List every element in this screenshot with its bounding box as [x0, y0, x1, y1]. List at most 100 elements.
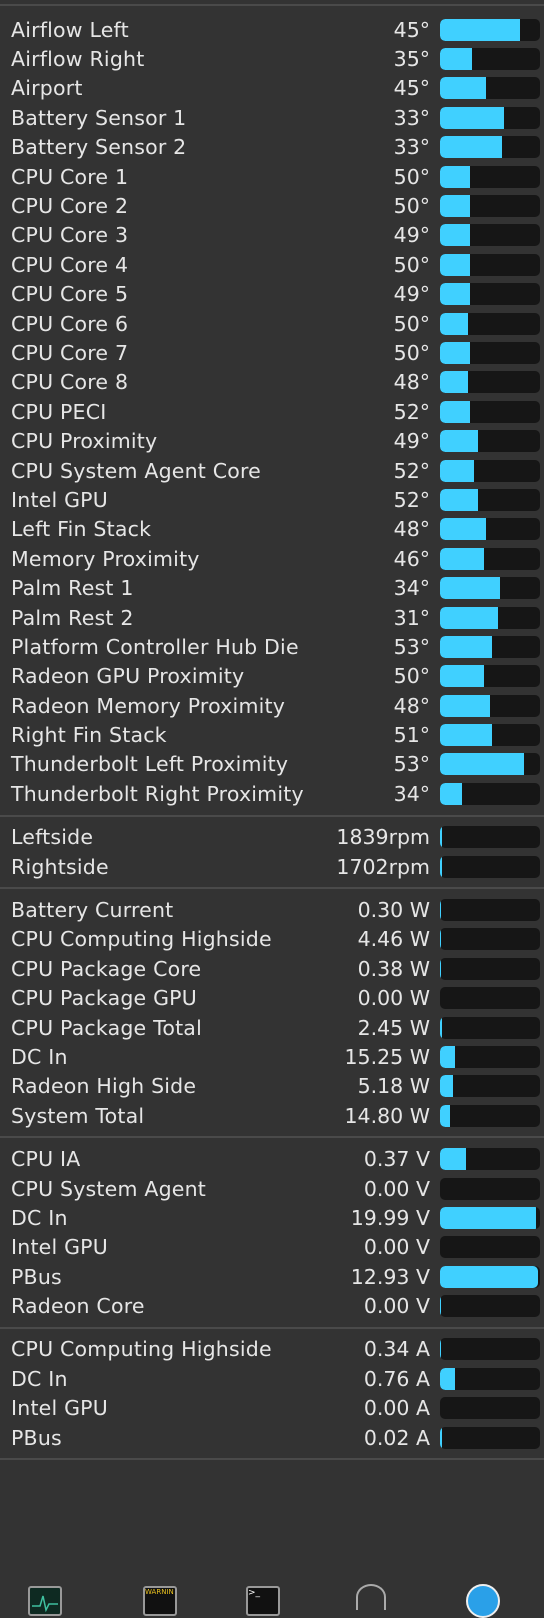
sensor-row[interactable]: Intel GPU 0.00 V — [0, 1233, 544, 1262]
sensor-level-bar — [440, 1367, 540, 1390]
sensor-row[interactable]: PBus 12.93 V — [0, 1262, 544, 1291]
sensor-row[interactable]: CPU Core 8 48° — [0, 368, 544, 397]
sensor-row[interactable]: Airport 45° — [0, 74, 544, 103]
sensor-row[interactable]: Battery Current 0.30 W — [0, 895, 544, 924]
activity-monitor-icon[interactable] — [28, 1586, 62, 1616]
sensor-value: 50° — [393, 340, 430, 365]
sensor-level-bar — [440, 48, 540, 71]
divider — [0, 1458, 544, 1461]
sensor-row[interactable]: CPU PECI 52° — [0, 397, 544, 426]
sensor-level-fill — [440, 694, 490, 717]
sensor-row[interactable]: Palm Rest 2 31° — [0, 603, 544, 632]
sensor-label: CPU Computing Highside — [11, 927, 272, 952]
sensor-level-bar — [440, 665, 540, 688]
sensor-label: CPU Core 3 — [11, 223, 129, 248]
sensor-label: Left Fin Stack — [11, 517, 152, 542]
sensor-row[interactable]: CPU Core 1 50° — [0, 162, 544, 191]
sensor-level-fill — [440, 1104, 450, 1127]
sensor-label: CPU Core 8 — [11, 370, 129, 395]
sensor-value: 33° — [393, 135, 430, 160]
sensor-row[interactable]: Thunderbolt Right Proximity 34° — [0, 779, 544, 808]
sensor-level-bar — [440, 826, 540, 849]
sensor-value: 34° — [393, 781, 430, 806]
sensor-row[interactable]: CPU Core 3 49° — [0, 221, 544, 250]
sensor-value: 0.00 V — [363, 1294, 430, 1319]
sensor-row[interactable]: DC In 0.76 A — [0, 1364, 544, 1393]
sensor-row[interactable]: Palm Rest 1 34° — [0, 573, 544, 602]
sensor-row[interactable]: CPU Core 4 50° — [0, 250, 544, 279]
section-fans: Leftside 1839rpm Rightside 1702rpm — [0, 817, 544, 888]
sensor-row[interactable]: CPU Package Core 0.38 W — [0, 954, 544, 983]
sensor-row[interactable]: Thunderbolt Left Proximity 53° — [0, 750, 544, 779]
sensor-row[interactable]: CPU Core 7 50° — [0, 338, 544, 367]
sensor-label: Rightside — [11, 854, 109, 879]
sensor-row[interactable]: Radeon Core 0.00 V — [0, 1291, 544, 1320]
sensor-row[interactable]: System Total 14.80 W — [0, 1101, 544, 1130]
sensor-label: Platform Controller Hub Die — [11, 634, 299, 659]
sensor-level-fill — [440, 1148, 466, 1171]
sensor-row[interactable]: CPU Core 6 50° — [0, 309, 544, 338]
sensor-level-bar — [440, 1265, 540, 1288]
sensor-row[interactable]: Battery Sensor 2 33° — [0, 133, 544, 162]
sensor-row[interactable]: CPU Core 5 49° — [0, 280, 544, 309]
sensor-row[interactable]: DC In 15.25 W — [0, 1042, 544, 1071]
terminal-icon[interactable]: >_ — [246, 1586, 280, 1616]
sensor-row[interactable]: Leftside 1839rpm — [0, 823, 544, 852]
sensor-level-fill — [440, 899, 441, 922]
sensor-row[interactable]: CPU IA 0.37 V — [0, 1144, 544, 1173]
sensor-row[interactable]: Radeon High Side 5.18 W — [0, 1072, 544, 1101]
sensor-row[interactable]: Airflow Right 35° — [0, 44, 544, 73]
sensor-row[interactable]: Left Fin Stack 48° — [0, 515, 544, 544]
sensor-level-fill — [440, 400, 470, 423]
sensor-label: Airflow Right — [11, 47, 145, 72]
section-voltage: CPU IA 0.37 V CPU System Agent 0.00 V DC In 1… — [0, 1138, 544, 1326]
sensor-row[interactable]: PBus 0.02 A — [0, 1423, 544, 1452]
sensor-row[interactable]: CPU System Agent 0.00 V — [0, 1174, 544, 1203]
sensor-row[interactable]: Intel GPU 0.00 A — [0, 1394, 544, 1423]
sensor-row[interactable]: DC In 19.99 V — [0, 1203, 544, 1232]
sensor-level-bar — [440, 518, 540, 541]
sensor-label: CPU IA — [11, 1147, 81, 1172]
sensor-level-bar — [440, 136, 540, 159]
sensor-row[interactable]: Intel GPU 52° — [0, 485, 544, 514]
sensor-level-fill — [440, 1075, 453, 1098]
sensor-row[interactable]: CPU Core 2 50° — [0, 191, 544, 220]
sensor-row[interactable]: Airflow Left 45° — [0, 15, 544, 44]
sensor-row[interactable]: Radeon Memory Proximity 48° — [0, 691, 544, 720]
sensor-level-bar — [440, 1206, 540, 1229]
sensor-level-bar — [440, 1016, 540, 1039]
sensor-row[interactable]: CPU Proximity 49° — [0, 426, 544, 455]
sensor-level-fill — [440, 1338, 441, 1361]
sensor-level-bar — [440, 165, 540, 188]
script-editor-icon[interactable] — [356, 1584, 386, 1610]
sensor-label: CPU Package Total — [11, 1015, 202, 1040]
sensor-value: 50° — [393, 311, 430, 336]
sensor-row[interactable]: CPU Computing Highside 0.34 A — [0, 1335, 544, 1364]
console-icon[interactable]: WARNIN — [143, 1586, 177, 1616]
sensor-level-fill — [440, 665, 484, 688]
sensor-row[interactable]: CPU Package Total 2.45 W — [0, 1013, 544, 1042]
sensor-row[interactable]: CPU Package GPU 0.00 W — [0, 984, 544, 1013]
sensor-row[interactable]: Memory Proximity 46° — [0, 544, 544, 573]
sensor-level-bar — [440, 1236, 540, 1259]
sensor-value: 0.76 A — [363, 1366, 430, 1391]
sensor-row[interactable]: Radeon GPU Proximity 50° — [0, 662, 544, 691]
sensor-value: 46° — [393, 546, 430, 571]
sensor-label: CPU Core 1 — [11, 164, 129, 189]
sensor-value: 0.37 V — [363, 1147, 430, 1172]
sensor-row[interactable]: Battery Sensor 1 33° — [0, 103, 544, 132]
sensor-row[interactable]: Platform Controller Hub Die 53° — [0, 632, 544, 661]
sensor-row[interactable]: CPU Computing Highside 4.46 W — [0, 925, 544, 954]
sensor-row[interactable]: Right Fin Stack 51° — [0, 720, 544, 749]
dock: WARNIN >_ — [0, 1536, 544, 1618]
sensor-level-fill — [440, 782, 462, 805]
sensor-level-bar — [440, 1426, 540, 1449]
sensor-level-bar — [440, 18, 540, 41]
sensor-value: 4.46 W — [357, 927, 430, 952]
sensor-row[interactable]: CPU System Agent Core 52° — [0, 456, 544, 485]
sensor-row[interactable]: Rightside 1702rpm — [0, 852, 544, 881]
istat-menus-icon[interactable] — [466, 1584, 500, 1618]
sensor-value: 35° — [393, 47, 430, 72]
sensor-label: Battery Sensor 2 — [11, 135, 187, 160]
sensor-value: 50° — [393, 252, 430, 277]
